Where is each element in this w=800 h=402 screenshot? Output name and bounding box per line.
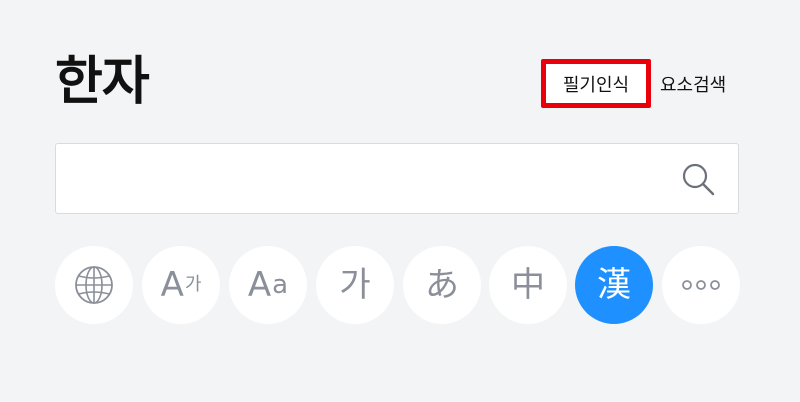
lang-japanese-button[interactable]: あ xyxy=(403,246,481,324)
lang-english-korean-sub: 가 xyxy=(184,274,202,295)
handwriting-recognition-label: 필기인식 xyxy=(562,74,630,96)
language-filter-row: A가 Aa 가 あ 中 漢 xyxy=(55,246,745,324)
lang-korean-label: 가 xyxy=(339,265,371,305)
lang-korean-button[interactable]: 가 xyxy=(316,246,394,324)
lang-hanja-button[interactable]: 漢 xyxy=(575,246,653,324)
lang-chinese-button[interactable]: 中 xyxy=(489,246,567,324)
lang-chinese-label: 中 xyxy=(511,265,545,305)
lang-english-main: A xyxy=(247,265,272,305)
lang-globe-button[interactable] xyxy=(55,246,133,324)
globe-icon xyxy=(73,264,115,306)
search-box xyxy=(55,143,739,214)
handwriting-recognition-button[interactable]: 필기인식 xyxy=(541,59,651,108)
lang-english-korean-button[interactable]: A가 xyxy=(142,246,220,324)
search-input[interactable] xyxy=(72,156,662,202)
lang-english-korean-main: A xyxy=(160,265,184,305)
lang-japanese-label: あ xyxy=(425,265,459,305)
element-search-label: 요소검색 xyxy=(660,74,727,96)
lang-hanja-label: 漢 xyxy=(597,265,631,305)
page: 한자 필기인식 요소검색 A 가 A a 가 あ 中 漢 xyxy=(0,0,800,402)
lang-more-button[interactable] xyxy=(662,246,740,324)
page-title: 한자 xyxy=(55,52,150,112)
element-search-button[interactable]: 요소검색 xyxy=(660,59,752,108)
lang-english-button[interactable]: Aa xyxy=(229,246,307,324)
more-icon xyxy=(681,279,721,291)
search-icon[interactable] xyxy=(680,161,718,199)
lang-english-sub: a xyxy=(272,270,289,300)
